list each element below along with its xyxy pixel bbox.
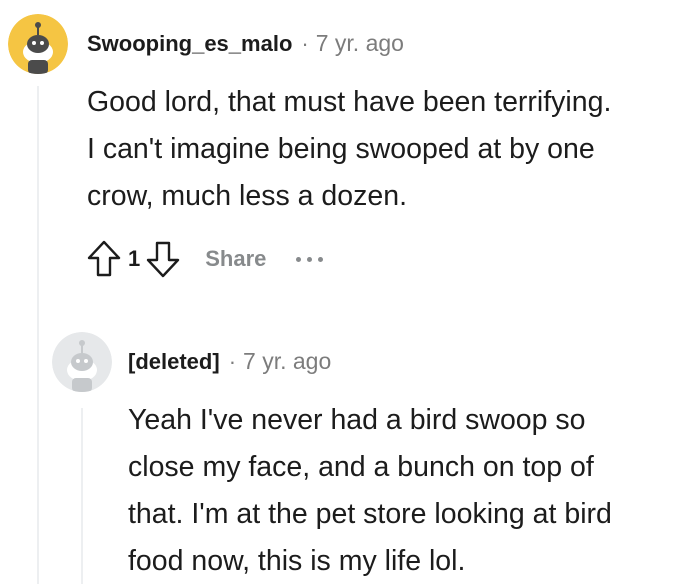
more-options-button[interactable] xyxy=(296,249,324,269)
upvote-arrow-icon xyxy=(87,240,121,277)
downvote-arrow-icon xyxy=(147,241,180,278)
comment-meta: Swooping_es_malo · 7 yr. ago xyxy=(87,30,404,57)
downvote-button[interactable] xyxy=(143,237,183,281)
comment-body: Good lord, that must have been terrifyin… xyxy=(87,79,611,220)
username[interactable]: Swooping_es_malo xyxy=(87,31,292,57)
comment-line: food now, this is my life lol. xyxy=(128,545,466,577)
thread-line-reply[interactable] xyxy=(81,408,83,584)
more-options-dot xyxy=(307,256,313,262)
timestamp[interactable]: 7 yr. ago xyxy=(243,348,331,375)
comment-meta: [deleted] · 7 yr. ago xyxy=(128,348,331,375)
comment-line: crow, much less a dozen. xyxy=(87,180,407,212)
more-options-icon xyxy=(296,256,302,262)
meta-separator: · xyxy=(228,349,237,374)
comment-actions: 1 Share xyxy=(84,235,324,283)
share-button[interactable]: Share xyxy=(205,246,266,272)
comment-line: Good lord, that must have been terrifyin… xyxy=(87,86,612,118)
comment-line: close my face, and a bunch on top of xyxy=(128,451,594,483)
upvote-button[interactable] xyxy=(84,237,124,281)
deleted-snoo-avatar-icon xyxy=(52,332,112,392)
vote-count: 1 xyxy=(128,246,141,271)
comment-body: Yeah I've never had a bird swoop so clos… xyxy=(128,397,612,585)
more-options-dot xyxy=(318,256,324,262)
avatar[interactable] xyxy=(8,14,68,74)
thread-line-root[interactable] xyxy=(37,86,39,584)
comment-line: Yeah I've never had a bird swoop so xyxy=(128,404,586,436)
comment-line: that. I'm at the pet store looking at bi… xyxy=(128,498,612,530)
meta-separator: · xyxy=(301,31,309,56)
comment-line: I can't imagine being swooped at by one xyxy=(87,133,595,165)
avatar[interactable] xyxy=(52,332,112,392)
timestamp[interactable]: 7 yr. ago xyxy=(316,30,404,57)
username: [deleted] xyxy=(128,349,220,374)
snoo-avatar-icon xyxy=(8,14,68,74)
